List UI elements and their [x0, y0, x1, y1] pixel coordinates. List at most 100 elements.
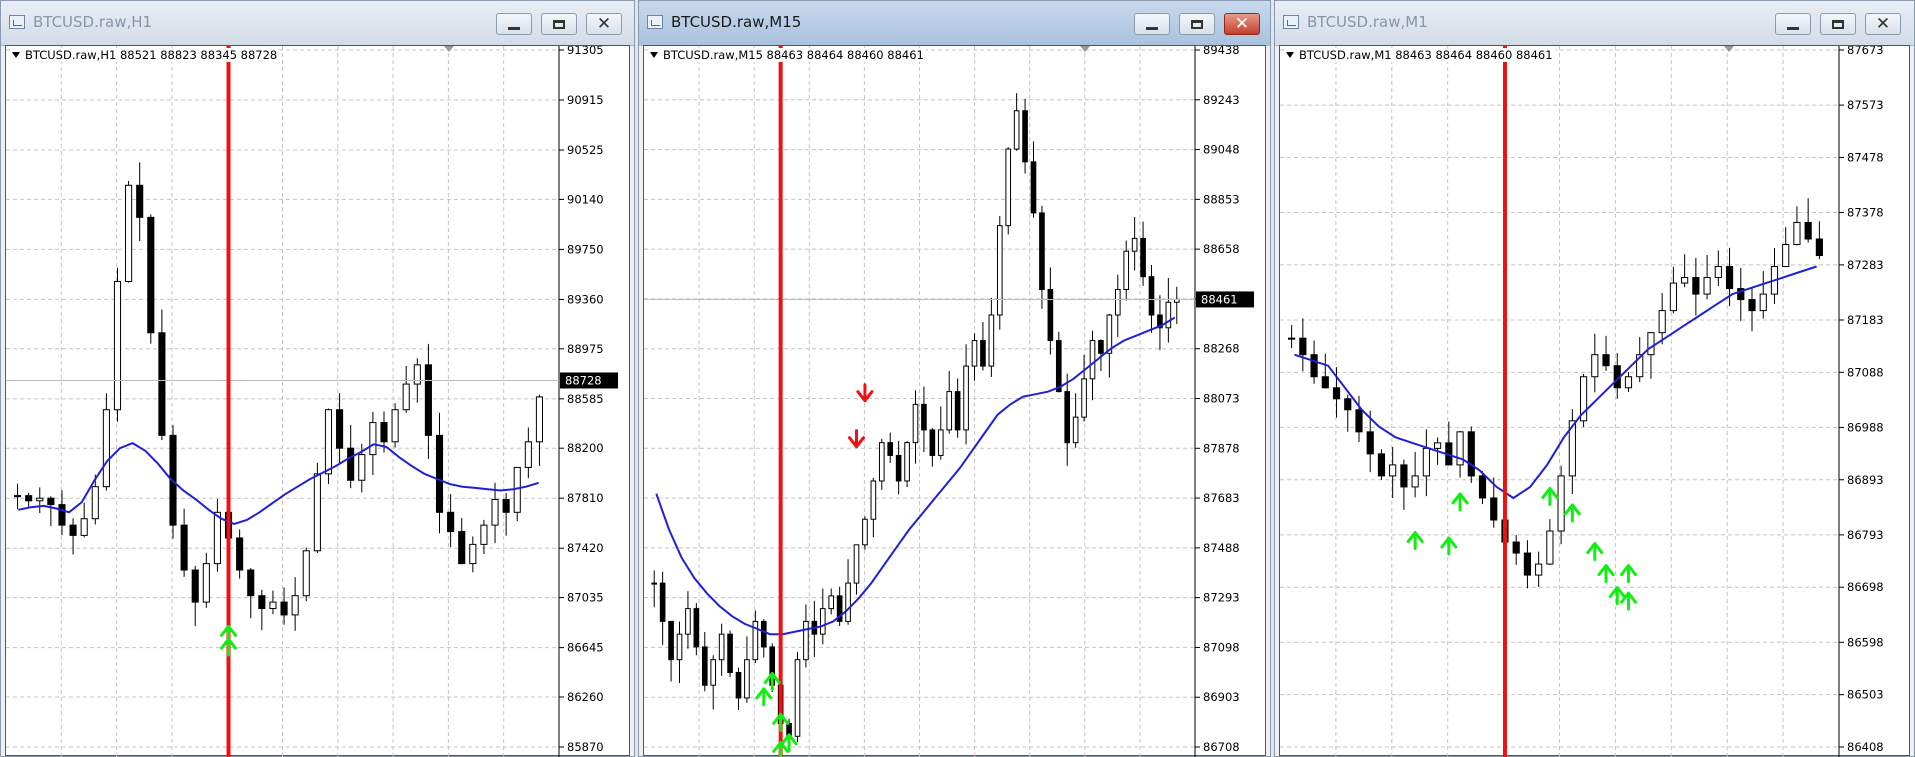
minimize-icon — [508, 26, 520, 30]
dropdown-triangle-icon[interactable] — [650, 52, 658, 58]
candle-body — [1366, 431, 1374, 455]
candle-body — [1815, 238, 1823, 257]
close-icon: ✕ — [596, 13, 612, 34]
candle-body — [794, 659, 801, 737]
candle-body — [1064, 391, 1071, 444]
current-price-label: 88461 — [1201, 292, 1238, 306]
price-label: 90140 — [567, 192, 604, 206]
price-label: 88073 — [1203, 392, 1240, 406]
close-button[interactable]: ✕ — [586, 13, 622, 35]
minimize-button[interactable] — [1775, 13, 1811, 35]
candle-body — [58, 504, 66, 526]
candle-body — [659, 582, 666, 622]
candle-body — [718, 633, 725, 661]
moving-average-line — [655, 316, 1176, 636]
buy-arrow-icon — [1563, 503, 1581, 523]
maximize-icon — [1832, 19, 1844, 29]
candle-body — [870, 480, 877, 520]
price-label: 87098 — [1203, 640, 1240, 654]
candle-body — [1523, 552, 1532, 576]
window-titlebar[interactable]: BTCUSD.raw,H1 ✕ — [1, 1, 634, 46]
window-icon — [647, 15, 663, 29]
candle-body — [491, 498, 499, 526]
candle-body — [1114, 288, 1121, 316]
candle-body — [1288, 337, 1296, 340]
candle-body — [136, 184, 144, 218]
candle-body — [236, 537, 244, 571]
chart-shift-icon — [1080, 46, 1090, 52]
candle-body — [912, 403, 919, 444]
close-button[interactable]: ✕ — [1865, 13, 1901, 35]
candle-body — [1467, 431, 1475, 477]
price-label: 87283 — [1847, 258, 1884, 272]
chart-svg[interactable]: 91305 90915 90525 90140 89750 89360 88975 88585… — [6, 46, 631, 757]
candle-body — [336, 409, 344, 449]
price-chart[interactable]: 8943889243890488885388658884638826888073… — [643, 45, 1267, 757]
maximize-button[interactable] — [541, 13, 577, 35]
candle-body — [324, 409, 333, 475]
chart-svg[interactable]: 87673 87573 87478 87378 87283 87183 87088 86988… — [1280, 46, 1911, 757]
current-price-label: 88728 — [565, 373, 602, 387]
buy-arrow-icon — [1541, 486, 1559, 506]
minimize-button[interactable] — [496, 13, 532, 35]
candle-body — [391, 409, 399, 443]
candle-body — [313, 473, 321, 552]
candle-body — [424, 364, 432, 436]
candle-body — [676, 633, 683, 661]
candle-body — [413, 364, 421, 385]
candle-body — [502, 498, 510, 513]
candle-body — [710, 659, 717, 686]
buy-arrow-icon — [1597, 564, 1615, 584]
close-button[interactable]: ✕ — [1224, 13, 1260, 35]
candle-body — [1647, 332, 1655, 356]
price-label: 86598 — [1847, 635, 1884, 649]
price-label: 87088 — [1847, 365, 1884, 379]
sell-arrow-icon — [848, 429, 865, 449]
chart-window-m15[interactable]: BTCUSD.raw,M15 ✕ 89438 89243 89048 88853 886… — [638, 0, 1271, 757]
candle-body — [1389, 464, 1397, 477]
candle-body — [1602, 354, 1610, 367]
candle-body — [946, 391, 953, 431]
buy-arrow-icon — [1619, 564, 1637, 584]
buy-arrow-icon — [1440, 536, 1458, 556]
chart-svg[interactable]: 8943889243890488885388658884638826888073… — [644, 46, 1267, 757]
candle-body — [91, 486, 99, 520]
candle-body — [819, 608, 826, 635]
window-titlebar[interactable]: BTCUSD.raw,M1 ✕ — [1275, 1, 1914, 46]
candle-body — [513, 466, 521, 513]
candle-body — [402, 383, 410, 411]
dropdown-triangle-icon[interactable] — [12, 52, 20, 58]
candle-body — [701, 646, 708, 686]
price-chart[interactable]: 87673 87573 87478 87378 87283 87183 87088 86988… — [1279, 45, 1911, 757]
candle-body — [668, 620, 674, 661]
chart-header-text: BTCUSD.raw,M1 88463 88464 88460 88461 — [1299, 48, 1553, 62]
candle-body — [996, 225, 1003, 316]
candle-body — [904, 442, 910, 482]
close-icon: ✕ — [1234, 13, 1250, 34]
candle-body — [1759, 293, 1767, 312]
price-chart[interactable]: 91305 90915 90525 90140 89750 89360 88975 88585… — [5, 45, 631, 757]
candle-body — [845, 582, 851, 622]
chart-window-m1[interactable]: BTCUSD.raw,M1 ✕ 87673 87573 87478 87378 8728… — [1274, 0, 1915, 757]
candle-body — [1030, 161, 1037, 214]
window-title: BTCUSD.raw,M1 — [1307, 13, 1428, 31]
candle-body — [1669, 282, 1677, 312]
price-label: 86708 — [1203, 740, 1240, 754]
candle-body — [1703, 277, 1711, 295]
candle-body — [853, 544, 860, 584]
maximize-button[interactable] — [1820, 13, 1856, 35]
dropdown-triangle-icon[interactable] — [1286, 52, 1294, 58]
candle-body — [1055, 340, 1062, 393]
minimize-icon — [1787, 26, 1799, 30]
minimize-button[interactable] — [1134, 13, 1170, 35]
maximize-button[interactable] — [1179, 13, 1215, 35]
candle-body — [760, 620, 767, 648]
candle-body — [47, 497, 55, 506]
candle-body — [828, 595, 835, 610]
price-label: 85870 — [567, 740, 604, 754]
chart-header: BTCUSD.raw,H1 88521 88823 88345 88728 — [12, 48, 280, 62]
window-titlebar[interactable]: BTCUSD.raw,M15 ✕ — [639, 1, 1270, 46]
chart-window-h1[interactable]: BTCUSD.raw,H1 ✕ 91305 90915 90525 90140 8975… — [0, 0, 635, 757]
candle-body — [1148, 276, 1155, 316]
candle-body — [380, 422, 388, 443]
